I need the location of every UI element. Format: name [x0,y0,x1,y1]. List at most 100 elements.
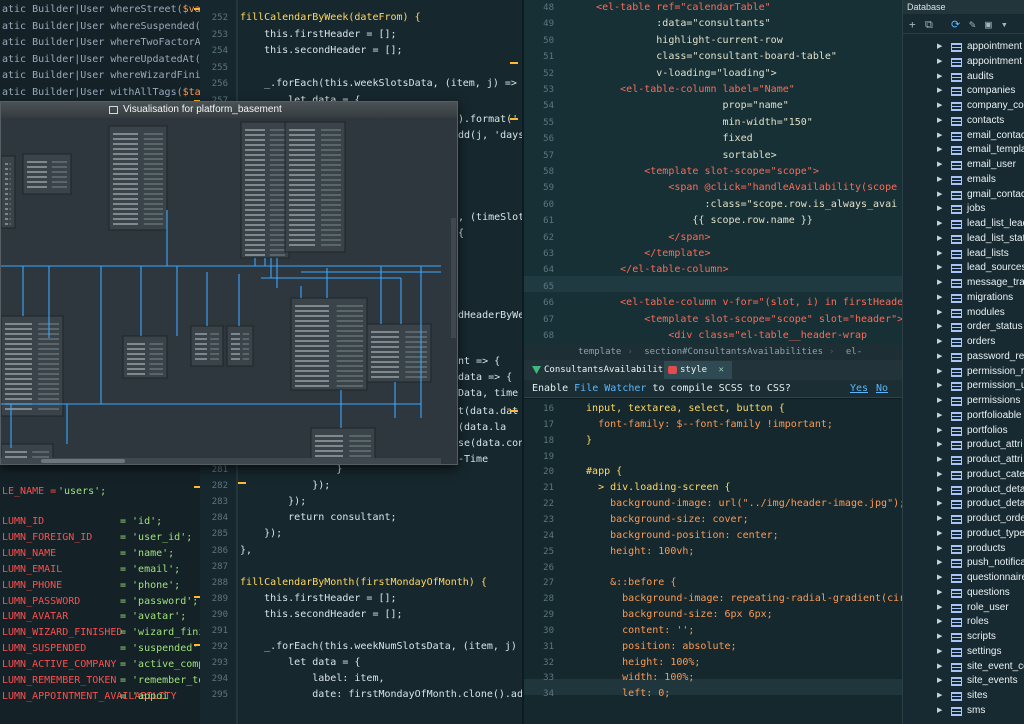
tab-style[interactable]: style ✕ [664,361,732,379]
schema-diagram[interactable] [1,118,457,464]
db-table-item[interactable]: ▶ appointment [903,40,1024,55]
db-table-item[interactable]: ▶ push_notifica [903,556,1024,571]
db-table-item[interactable]: ▶ portfolios [903,424,1024,439]
expand-arrow-icon[interactable]: ▶ [937,453,942,468]
code-line[interactable]: 64 </el-table-column> [524,262,902,278]
expand-arrow-icon[interactable]: ▶ [937,674,942,689]
code-line[interactable]: 293 let data = { [200,655,522,671]
code-line[interactable]: 18 } [524,433,902,449]
code-line[interactable]: 50 highlight-current-row [524,33,902,49]
code-line[interactable]: 32 height: 100%; [524,655,902,671]
code-line[interactable]: 54 prop="name" [524,98,902,114]
code-line[interactable]: 25 height: 100vh; [524,544,902,560]
expand-arrow-icon[interactable]: ▶ [937,291,942,306]
code-line[interactable]: atic Builder|User whereWizardFinished( [0,68,200,84]
db-table-item[interactable]: ▶ contacts [903,114,1024,129]
expand-arrow-icon[interactable]: ▶ [937,497,942,512]
code-line[interactable]: 283 }); [200,494,522,510]
code-line[interactable]: 295 date: firstMondayOfMonth.clone().add [200,687,522,703]
code-line[interactable]: 61 {{ scope.row.name }} [524,213,902,229]
code-line[interactable]: 253 this.firstHeader = []; [200,27,522,43]
db-table-item[interactable]: ▶ products [903,542,1024,557]
expand-arrow-icon[interactable]: ▶ [937,99,942,114]
expand-arrow-icon[interactable]: ▶ [937,335,942,350]
code-line[interactable]: 63 </template> [524,246,902,262]
refresh-icon[interactable]: ⟳ [951,18,960,31]
code-line[interactable]: 288 fillCalendarByMonth(firstMondayOfMont… [200,575,522,591]
code-line[interactable]: 21 > div.loading-screen { [524,480,902,496]
db-table-item[interactable]: ▶ email_templa [903,143,1024,158]
code-line[interactable]: 294 label: item, [200,671,522,687]
constant-line[interactable]: LUMN_NAME = 'name'; [0,546,200,562]
console-icon[interactable]: ▣ [985,18,992,31]
expand-arrow-icon[interactable]: ▶ [937,40,942,55]
properties-icon[interactable]: ✎ [969,18,976,31]
code-line[interactable]: 34 left: 0; [524,686,902,702]
expand-arrow-icon[interactable]: ▶ [937,571,942,586]
constant-line[interactable]: LUMN_FOREIGN_ID = 'user_id'; [0,530,200,546]
code-line[interactable]: 20 #app { [524,464,902,480]
expand-arrow-icon[interactable]: ▶ [937,527,942,542]
code-line[interactable]: 255 [200,60,522,76]
code-line[interactable]: 254 this.secondHeader = []; [200,43,522,59]
constant-line[interactable]: LUMN_AVATAR = 'avatar'; [0,609,200,625]
db-table-item[interactable]: ▶ emails [903,173,1024,188]
expand-arrow-icon[interactable]: ▶ [937,394,942,409]
code-line[interactable]: 17 font-family: $--font-family !importan… [524,417,902,433]
code-line[interactable]: 52 v-loading="loading"> [524,66,902,82]
db-table-item[interactable]: ▶ audits [903,70,1024,85]
db-table-item[interactable]: ▶ product_deta [903,483,1024,498]
db-table-item[interactable]: ▶ product_deta [903,497,1024,512]
db-table-item[interactable]: ▶ orders [903,335,1024,350]
db-table-item[interactable]: ▶ role_user [903,601,1024,616]
code-line[interactable]: 291 [200,623,522,639]
db-table-item[interactable]: ▶ product_attri [903,438,1024,453]
code-line[interactable]: atic Builder|User whereTwoFactorAuth($ [0,35,200,51]
expand-arrow-icon[interactable]: ▶ [937,483,942,498]
code-line[interactable]: 24 background-position: center; [524,528,902,544]
code-line[interactable]: atic Builder|User whereSuspended($valu [0,19,200,35]
constant-line[interactable]: LUMN_ID = 'id'; [0,514,200,530]
expand-arrow-icon[interactable]: ▶ [937,379,942,394]
db-table-item[interactable]: ▶ site_events [903,674,1024,689]
code-line[interactable]: 31 position: absolute; [524,639,902,655]
code-line[interactable]: 60 :class="scope.row.is_always_avai [524,197,902,213]
code-line[interactable]: 29 background-size: 6px 6px; [524,607,902,623]
expand-arrow-icon[interactable]: ▶ [937,143,942,158]
db-table-item[interactable]: ▶ product_attri [903,453,1024,468]
code-line[interactable]: 48 <el-table ref="calendarTable" [524,0,902,16]
code-line[interactable]: 26 [524,560,902,576]
expand-arrow-icon[interactable]: ▶ [937,261,942,276]
code-line[interactable]: atic Builder|User whereUpdatedAt($valu [0,52,200,68]
constant-line[interactable]: LUMN_APPOINTMENT_AVAILABILITY = 'appoi [0,689,200,705]
expand-arrow-icon[interactable]: ▶ [937,247,942,262]
expand-arrow-icon[interactable]: ▶ [937,542,942,557]
db-table-item[interactable]: ▶ scripts [903,630,1024,645]
visualisation-title-bar[interactable]: Visualisation for platform_basement [1,102,457,118]
db-table-item[interactable]: ▶ sites [903,689,1024,704]
db-table-item[interactable]: ▶ lead_lists [903,247,1024,262]
expand-arrow-icon[interactable]: ▶ [937,660,942,675]
code-line[interactable]: 19 [524,449,902,465]
db-table-item[interactable]: ▶ appointment [903,55,1024,70]
db-table-item[interactable]: ▶ questionnaire [903,571,1024,586]
code-line[interactable]: 22 background-image: url("../img/header-… [524,496,902,512]
breadcrumb-item[interactable]: section#ConsultantsAvailabilities [644,347,823,357]
expand-arrow-icon[interactable]: ▶ [937,173,942,188]
code-line[interactable]: 290 this.secondHeader = []; [200,607,522,623]
constant-line[interactable]: LUMN_WIZARD_FINISHED= 'wizard_finis [0,625,200,641]
db-table-item[interactable]: ▶ migrations [903,291,1024,306]
code-line[interactable]: 66 <el-table-column v-for="(slot, i) in … [524,295,902,311]
expand-arrow-icon[interactable]: ▶ [937,438,942,453]
db-table-item[interactable]: ▶ lead_list_stat [903,232,1024,247]
code-line[interactable]: 51 class="consultant-board-table" [524,49,902,65]
code-line[interactable]: 67 <template slot-scope="scope" slot="he… [524,312,902,328]
expand-arrow-icon[interactable]: ▶ [937,630,942,645]
code-line[interactable]: 65 [524,279,902,295]
code-line[interactable]: 59 <span @click="handleAvailability(scop… [524,180,902,196]
expand-arrow-icon[interactable]: ▶ [937,365,942,380]
constant-line[interactable]: LUMN_ACTIVE_COMPANY = 'active_comp [0,657,200,673]
expand-arrow-icon[interactable]: ▶ [937,704,942,719]
db-table-item[interactable]: ▶ roles [903,615,1024,630]
code-line[interactable]: atic Builder|User withAllTags($tags, $ [0,85,200,101]
